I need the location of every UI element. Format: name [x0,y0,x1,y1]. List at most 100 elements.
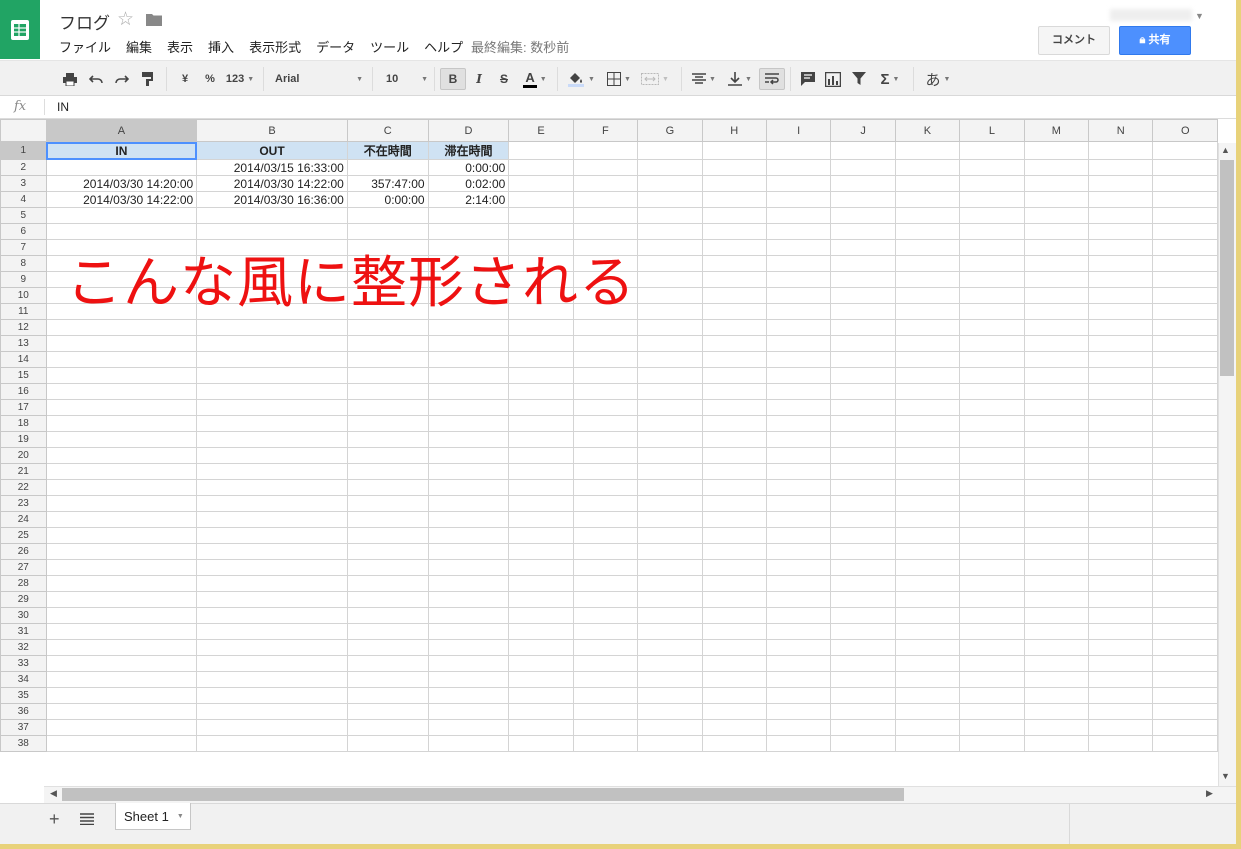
cell[interactable] [1088,399,1154,416]
cell[interactable] [1088,159,1154,176]
cell[interactable] [1152,141,1218,160]
cell[interactable] [572,431,639,448]
row-header[interactable]: 12 [0,319,47,336]
cell[interactable] [1152,367,1218,384]
account-caret-icon[interactable]: ▼ [1195,11,1204,21]
cell[interactable] [572,735,639,752]
cell[interactable] [637,735,703,752]
cell[interactable] [346,431,429,448]
cell[interactable] [765,623,832,640]
cell[interactable] [701,335,767,352]
scroll-right-icon[interactable]: ▶ [1206,788,1213,799]
cell[interactable] [572,623,639,640]
cell[interactable] [1152,559,1218,576]
cell[interactable] [765,447,832,464]
cell[interactable] [701,543,767,560]
scroll-left-icon[interactable]: ◀ [50,788,57,799]
cell[interactable] [894,431,961,448]
cell[interactable] [1152,495,1218,512]
cell[interactable] [701,687,767,704]
cell[interactable] [637,623,703,640]
percent-format-button[interactable]: % [201,68,219,90]
cell[interactable] [637,671,703,688]
cell[interactable] [346,159,429,176]
cell[interactable] [1152,207,1218,224]
cell[interactable] [508,479,574,496]
cell[interactable] [637,463,703,480]
cell[interactable] [572,141,639,160]
cell[interactable] [1152,223,1218,240]
cell[interactable] [196,399,348,416]
cell[interactable] [196,351,348,368]
cell[interactable] [427,399,510,416]
cell[interactable] [196,383,348,400]
cell[interactable] [1088,719,1154,736]
cell[interactable] [894,447,961,464]
cell[interactable] [427,367,510,384]
row-header[interactable]: 35 [0,687,47,704]
cell[interactable] [196,495,348,512]
cell[interactable] [894,335,961,352]
cell[interactable] [1088,319,1154,336]
cell[interactable] [637,415,703,432]
cell[interactable] [1088,271,1154,288]
cell[interactable] [701,463,767,480]
column-header[interactable]: E [508,119,574,142]
cell[interactable] [196,543,348,560]
cell[interactable] [959,575,1025,592]
cell[interactable] [1152,543,1218,560]
cell[interactable] [427,671,510,688]
cell[interactable] [1023,367,1090,384]
cell[interactable] [196,687,348,704]
menu-insert[interactable]: 挿入 [208,37,234,56]
cell[interactable] [45,351,198,368]
cell[interactable] [45,623,198,640]
cell[interactable] [1023,271,1090,288]
paint-format-icon[interactable] [138,68,158,90]
cell[interactable] [346,623,429,640]
cell[interactable] [765,591,832,608]
cell[interactable] [1152,191,1218,208]
cell[interactable] [427,383,510,400]
cell[interactable] [1152,255,1218,272]
cell[interactable] [196,207,348,224]
cell[interactable] [959,367,1025,384]
cell[interactable] [701,591,767,608]
last-edit-status[interactable]: 最終編集: 数秒前 [471,37,569,56]
cell[interactable] [572,159,639,176]
cell[interactable] [894,639,961,656]
formula-input[interactable]: IN [57,100,69,114]
row-header[interactable]: 34 [0,671,47,688]
column-header[interactable]: H [701,119,767,142]
cell[interactable] [346,735,429,752]
cell[interactable] [196,415,348,432]
cell[interactable] [346,479,429,496]
cell[interactable]: 不在時間 [346,141,429,160]
cell[interactable] [508,527,574,544]
strikethrough-button[interactable]: S [495,68,513,90]
cell[interactable] [830,207,896,224]
cell[interactable] [508,335,574,352]
cell[interactable] [1088,255,1154,272]
cell[interactable] [959,527,1025,544]
cell[interactable] [196,607,348,624]
cell[interactable] [959,319,1025,336]
cell[interactable] [427,639,510,656]
cell[interactable] [45,479,198,496]
cell[interactable]: 2014/03/30 14:22:00 [196,175,348,192]
cell[interactable]: 滞在時間 [427,141,510,160]
cell[interactable] [346,575,429,592]
italic-button[interactable]: I [470,68,488,90]
cell[interactable] [637,431,703,448]
cell[interactable] [959,175,1025,192]
cell[interactable] [637,191,703,208]
cell[interactable] [701,319,767,336]
cell[interactable] [701,351,767,368]
cell[interactable] [765,735,832,752]
cell[interactable] [765,303,832,320]
cell[interactable] [346,559,429,576]
cell[interactable] [427,463,510,480]
cell[interactable] [346,319,429,336]
cell[interactable] [637,271,703,288]
menu-help[interactable]: ヘルプ [424,37,463,56]
